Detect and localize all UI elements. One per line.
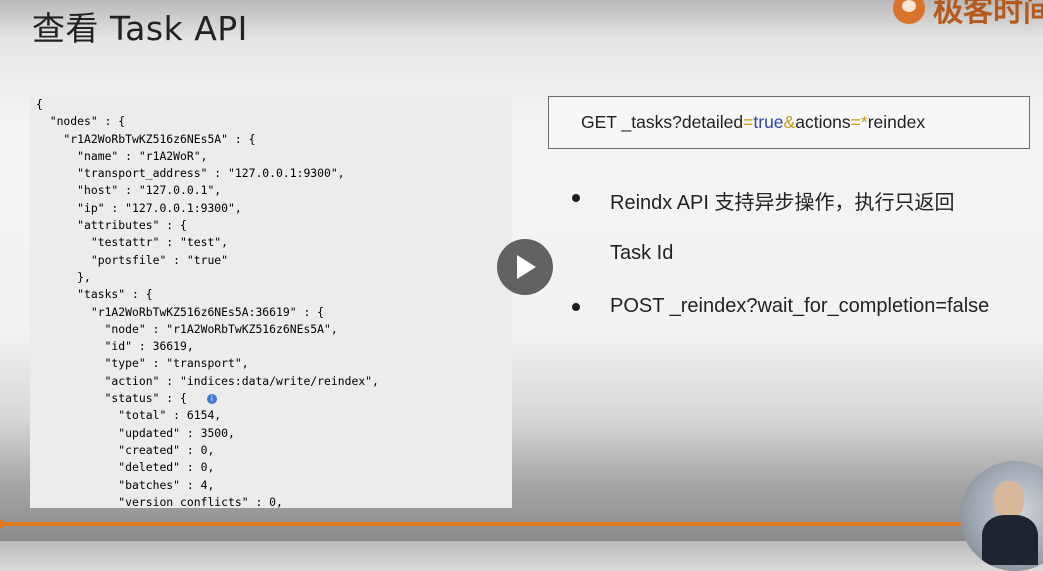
code-line: { [36,97,43,111]
bullet-item-async: Reindx API 支持异步操作，执行只返回 [572,186,955,215]
request-path: GET _tasks?detailed [581,112,744,132]
bullet-dot [572,194,580,202]
code-line: "r1A2WoRbTwKZ516z6NEs5A:36619" : { [36,304,325,319]
code-line: "portsfile" : "true" [36,252,229,267]
code-line: "r1A2WoRbTwKZ516z6NEs5A" : { [36,131,256,146]
play-button[interactable] [497,239,553,295]
logo-text: 极客时间 [933,0,1043,29]
geektime-logo-icon [893,0,925,24]
code-line: "ip" : "127.0.0.1:9300", [36,200,242,215]
bullet-text: Reindx API 支持异步操作，执行只返回 [610,192,955,214]
video-progress-handle[interactable] [0,520,4,528]
request-example-box: GET _tasks?detailed = true & actions = * reinde… [548,96,1030,149]
code-line-status-text: "status" : { [36,391,187,406]
code-line: "host" : "127.0.0.1", [36,183,222,198]
presenter-avatar [960,461,1043,571]
code-line: "action" : "indices:data/write/reindex", [36,373,379,388]
info-icon[interactable]: i [206,393,217,404]
code-line: "batches" : 4, [36,477,215,492]
code-line: "transport_address" : "127.0.0.1:9300", [36,166,345,181]
play-icon [517,255,536,279]
code-line: "type" : "transport", [36,356,249,371]
json-code-block: { "nodes" : { "r1A2WoRbTwKZ516z6NEs5A" :… [30,94,512,508]
request-actions: actions [795,112,851,132]
code-line: "created" : 0, [36,442,215,457]
code-line: }, [36,269,91,284]
code-line: "nodes" : { [36,114,126,129]
bullet-text-continued: Task Id [610,242,674,264]
request-eq: = [850,112,861,132]
json-code-panel: { "nodes" : { "r1A2WoRbTwKZ516z6NEs5A" :… [30,94,512,508]
code-line: "node" : "r1A2WoRbTwKZ516z6NEs5A", [36,321,338,336]
code-line: "total" : 6154, [36,408,222,423]
video-progress-bar[interactable] [0,522,1043,526]
request-eq: = [743,112,754,132]
code-line: "id" : 36619, [36,339,194,354]
code-line: "deleted" : 0, [36,460,215,475]
code-line: "attributes" : { [36,218,187,233]
bullet-dot [572,303,580,311]
bullet-item-post: POST _reindex?wait_for_completion=false [572,295,989,318]
brand-logo: 极客时间 [893,0,1043,30]
presenter-head [994,481,1024,519]
slide-title: 查看 Task API [32,9,248,48]
code-line: "version_conflicts" : 0, [36,494,283,508]
code-line: "testattr" : "test", [36,235,229,250]
request-true: true [753,112,784,132]
code-line: "name" : "r1A2WoR", [36,148,208,163]
code-line-status: "status" : { i [36,390,512,407]
code-line: "tasks" : { [36,287,153,302]
request-amp: & [783,112,796,132]
code-line: "updated" : 3500, [36,425,235,440]
bullet-text: POST _reindex?wait_for_completion=false [610,295,990,317]
request-star: * [860,112,868,132]
request-reindex: reindex [867,112,926,132]
presenter-body [982,515,1038,565]
